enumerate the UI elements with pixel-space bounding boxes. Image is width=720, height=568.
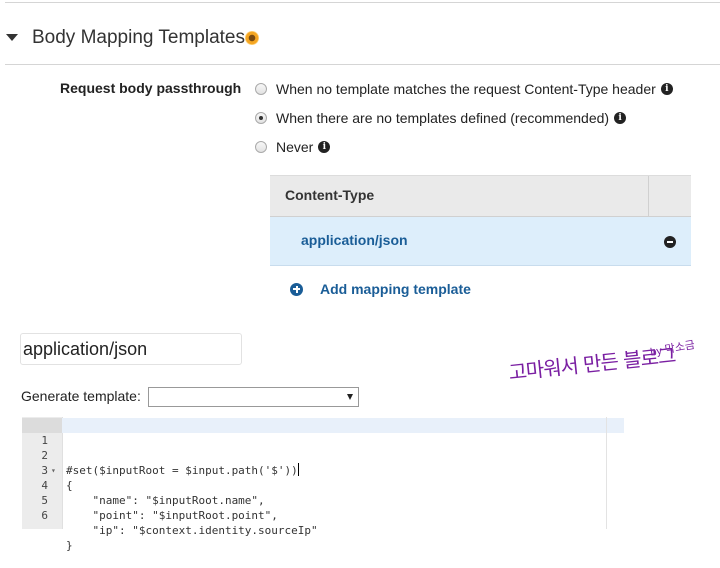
info-icon[interactable]: i	[660, 83, 673, 95]
column-separator	[648, 176, 649, 216]
code-text[interactable]: "name": "$inputRoot.name",	[66, 493, 264, 508]
info-icon[interactable]: i	[318, 141, 331, 153]
passthrough-option-when-no-match[interactable]: When no template matches the request Con…	[255, 79, 673, 99]
code-line[interactable]: 2 ▾ {	[22, 433, 72, 492]
print-margin	[606, 417, 607, 529]
status-dot-icon	[245, 31, 259, 45]
code-text[interactable]: }	[66, 538, 73, 553]
radio-button[interactable]	[255, 83, 267, 95]
dropdown-arrow-icon[interactable]	[347, 394, 353, 400]
section-title: Body Mapping Templates	[32, 27, 245, 48]
code-line[interactable]: 1 #set($inputRoot = $input.path('$'))	[22, 418, 299, 477]
content-type-table: Content-Type application/json	[270, 175, 691, 266]
remove-icon[interactable]	[664, 236, 676, 248]
radio-button[interactable]	[255, 141, 267, 153]
code-text[interactable]: #set($inputRoot = $input.path('$'))	[66, 463, 299, 478]
column-header-content-type: Content-Type	[285, 187, 375, 203]
caret-down-icon[interactable]	[6, 34, 18, 41]
passthrough-option-never[interactable]: Never i	[255, 137, 331, 157]
code-line[interactable]: 4 "point": "$inputRoot.point",	[22, 463, 278, 522]
text-cursor	[297, 463, 299, 476]
table-row[interactable]: application/json	[270, 217, 691, 266]
fold-toggle-icon[interactable]: ▾	[51, 463, 56, 478]
plus-circle-icon[interactable]	[290, 282, 303, 296]
content-type-link[interactable]: application/json	[301, 232, 408, 248]
active-line-highlight	[22, 418, 624, 433]
code-line[interactable]: 5 "ip": "$context.identity.sourceIp"	[22, 478, 317, 537]
code-text[interactable]: "ip": "$context.identity.sourceIp"	[66, 523, 317, 538]
header-divider	[5, 64, 720, 65]
radio-button-checked[interactable]	[255, 112, 267, 124]
line-number: 6	[41, 509, 48, 522]
radio-label: Never	[276, 139, 314, 155]
passthrough-option-when-no-templates[interactable]: When there are no templates defined (rec…	[255, 108, 627, 128]
top-divider	[5, 2, 720, 3]
info-icon[interactable]: i	[614, 112, 627, 124]
code-line[interactable]: 6 }	[22, 493, 72, 552]
template-code-editor[interactable]: 1 #set($inputRoot = $input.path('$')) 2 …	[22, 417, 624, 552]
radio-label: When there are no templates defined (rec…	[276, 110, 610, 126]
passthrough-label: Request body passthrough	[60, 80, 242, 96]
code-line[interactable]: 3 "name": "$inputRoot.name",	[22, 448, 264, 507]
table-header: Content-Type	[270, 175, 691, 217]
generate-template-label: Generate template:	[21, 388, 141, 404]
code-text-content: #set($inputRoot = $input.path('$'))	[66, 464, 298, 477]
section-header[interactable]: Body Mapping Templates	[0, 22, 720, 62]
radio-label: When no template matches the request Con…	[276, 81, 656, 97]
content-type-input[interactable]: application/json	[20, 333, 242, 365]
add-mapping-template-label[interactable]: Add mapping template	[320, 281, 471, 297]
code-text[interactable]: "point": "$inputRoot.point",	[66, 508, 277, 523]
generate-template-select[interactable]	[148, 387, 359, 407]
code-text[interactable]: {	[66, 478, 73, 493]
add-mapping-template-button[interactable]: Add mapping template	[290, 279, 471, 299]
